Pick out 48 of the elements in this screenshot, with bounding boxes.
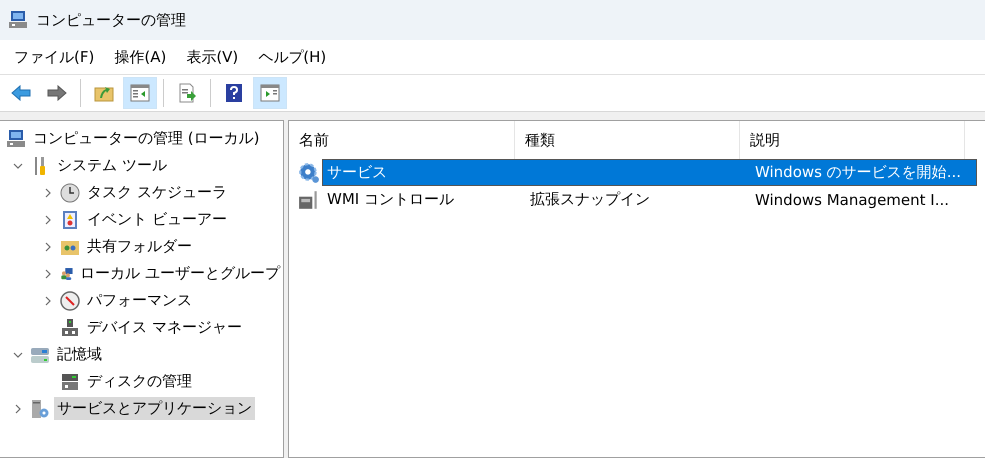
table-row[interactable]: WMI コントロール 拡張スナップイン Windows Management I... bbox=[323, 187, 976, 212]
table-cell-text: WMI コントロール bbox=[326, 189, 455, 210]
tree-item[interactable]: タスク スケジューラ bbox=[84, 181, 230, 204]
table-cell-text: サービス bbox=[326, 162, 388, 183]
services-icon bbox=[30, 398, 50, 418]
window-title: コンピューターの管理 bbox=[36, 10, 186, 30]
chevron-right-icon[interactable] bbox=[43, 214, 53, 224]
menu-item[interactable]: ファイル(F) bbox=[4, 48, 104, 66]
tree-item[interactable]: 記憶域 bbox=[54, 343, 105, 366]
device-icon bbox=[60, 318, 80, 338]
computer-icon bbox=[6, 128, 26, 148]
toolbar-button[interactable] bbox=[123, 77, 157, 109]
forward-arrow-icon bbox=[46, 83, 68, 103]
table-cell-text: 拡張スナップイン bbox=[529, 189, 651, 210]
event-log-icon bbox=[60, 210, 80, 230]
chevron-right-icon[interactable] bbox=[43, 296, 53, 306]
chevron-right-icon[interactable] bbox=[43, 268, 53, 278]
tree-item[interactable]: イベント ビューアー bbox=[84, 208, 230, 231]
chevron-right-icon[interactable] bbox=[43, 242, 53, 252]
menu-item[interactable]: ヘルプ(H) bbox=[248, 48, 336, 66]
gauge-icon bbox=[60, 290, 80, 310]
chevron-right-icon[interactable] bbox=[13, 404, 23, 414]
tree-item[interactable]: システム ツール bbox=[54, 154, 170, 177]
tree-item[interactable]: ディスクの管理 bbox=[84, 370, 195, 393]
tree-item[interactable]: ローカル ユーザーとグループ bbox=[77, 262, 283, 285]
clock-icon bbox=[60, 182, 80, 202]
menu-item[interactable]: 表示(V) bbox=[176, 48, 248, 66]
action-pane-icon bbox=[260, 83, 280, 103]
tree-pane-icon bbox=[130, 83, 150, 103]
back-arrow-icon bbox=[10, 83, 32, 103]
toolbar-button[interactable] bbox=[253, 77, 287, 109]
tree-item[interactable]: デバイス マネージャー bbox=[84, 316, 245, 339]
tree-item[interactable]: パフォーマンス bbox=[84, 289, 195, 312]
tree-item[interactable]: サービスとアプリケーション bbox=[54, 397, 255, 420]
chevron-down-icon[interactable] bbox=[13, 350, 23, 360]
computer-icon bbox=[8, 10, 28, 30]
export-list-icon bbox=[177, 83, 197, 103]
tree-item[interactable]: コンピューターの管理 (ローカル) bbox=[30, 127, 262, 150]
disk-icon bbox=[60, 372, 80, 392]
chevron-down-icon[interactable] bbox=[13, 160, 23, 170]
help-icon bbox=[224, 83, 244, 103]
table-row[interactable]: サービス Windows のサービスを開始... bbox=[323, 160, 976, 185]
chevron-right-icon[interactable] bbox=[43, 188, 53, 198]
tree-item[interactable]: 共有フォルダー bbox=[84, 235, 195, 258]
table-cell-text: Windows Management I... bbox=[754, 190, 950, 210]
table-cell-text: Windows のサービスを開始... bbox=[754, 162, 962, 183]
gear-icon bbox=[297, 162, 321, 184]
menu-item[interactable]: 操作(A) bbox=[104, 48, 176, 66]
